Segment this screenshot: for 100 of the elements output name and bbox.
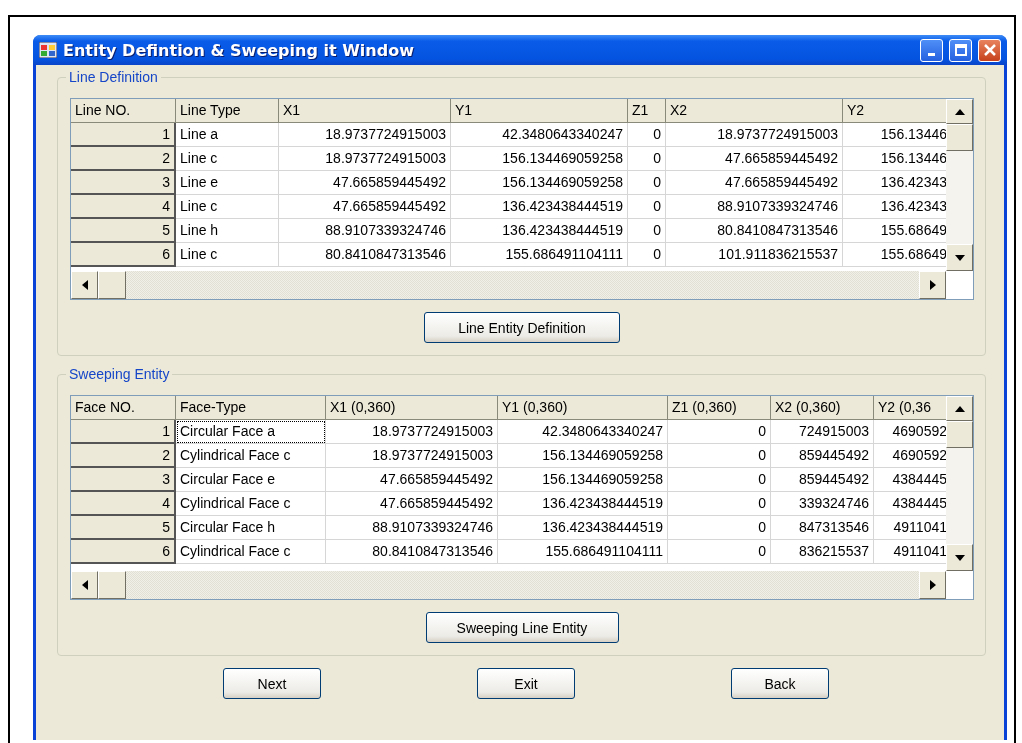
table-cell: 101.911836215537 [666,243,843,267]
close-button[interactable] [978,38,1001,62]
table-cell: 80.8410847313546 [666,219,843,243]
maximize-button[interactable] [949,38,972,62]
scroll-left-button[interactable] [71,571,98,599]
table-cell: Line c [176,147,279,171]
data-grid[interactable] [70,98,974,300]
table-cell: 42.3480643340247 [451,123,628,147]
scroll-right-button[interactable] [919,571,946,599]
table-cell: Line e [176,171,279,195]
row-header[interactable]: 3 [71,468,176,492]
column-header[interactable]: Y1 (0,360) [498,396,668,420]
scroll-thumb[interactable] [946,124,973,151]
line-entity-definition-button[interactable]: Line Entity Definition [424,312,620,343]
table-cell: 859445492 [771,444,874,468]
dialog-button[interactable]: Next [223,668,321,699]
row-header[interactable]: 2 [71,444,176,468]
sweeping-line-entity-button[interactable]: Sweeping Line Entity [425,612,619,643]
table-cell: 0 [668,444,771,468]
table-cell: 88.9107339324746 [666,195,843,219]
row-header[interactable]: 5 [71,219,176,243]
column-header[interactable]: X1 (0,360) [326,396,498,420]
maximize-icon [954,44,967,56]
table-cell: 136.423438444519 [498,516,668,540]
row-header[interactable]: 6 [71,540,176,564]
window-title: Entity Defintion & Sweeping it Window [63,40,415,60]
down-arrow-icon [954,254,965,261]
table-cell: 0 [628,147,666,171]
table-cell: Cylindrical Face c [176,492,326,516]
row-header[interactable]: 5 [71,516,176,540]
row-header[interactable]: 1 [71,420,176,444]
scroll-thumb[interactable] [946,421,973,448]
dialog-button[interactable]: Exit [477,668,575,699]
table-cell: 155.686491104111 [498,540,668,564]
table-cell: Line c [176,243,279,267]
table-cell: 18.9737724915003 [279,147,451,171]
table-cell: Circular Face a [176,420,326,444]
table-cell: 0 [668,492,771,516]
close-icon [983,44,996,56]
column-header[interactable]: X2 (0,360) [771,396,874,420]
right-arrow-icon [929,280,936,290]
table-cell: 80.8410847313546 [279,243,451,267]
scroll-down-button[interactable] [946,244,973,271]
row-header[interactable]: 1 [71,123,176,147]
scroll-right-button[interactable] [919,271,946,299]
table-cell: 0 [668,420,771,444]
up-arrow-icon [954,108,965,115]
left-arrow-icon [81,280,88,290]
table-cell: 18.9737724915003 [279,123,451,147]
table-cell: 0 [668,516,771,540]
table-cell: 80.8410847313546 [326,540,498,564]
table-cell: 18.9737724915003 [326,444,498,468]
scroll-thumb[interactable] [98,271,126,299]
scroll-down-button[interactable] [946,544,973,571]
row-header[interactable]: 2 [71,147,176,171]
table-cell: Cylindrical Face c [176,540,326,564]
row-header[interactable]: 3 [71,171,176,195]
table-cell: 136.423438444519 [498,492,668,516]
column-header[interactable]: Face-Type [176,396,326,420]
row-header[interactable]: 4 [71,195,176,219]
row-header[interactable]: 6 [71,243,176,267]
table-cell: 155.686491104111 [451,243,628,267]
table-cell: 136.423438444519 [451,219,628,243]
table-cell: 156.134469059258 [451,147,628,171]
scroll-thumb[interactable] [98,571,126,599]
data-grid[interactable] [70,395,974,600]
column-header[interactable]: Y2 (0,36 [874,396,946,420]
table-cell: 136.423438444519 [451,195,628,219]
minimize-icon [928,52,935,56]
scroll-left-button[interactable] [71,271,98,299]
dialog-button[interactable]: Back [731,668,829,699]
table-cell: 0 [628,171,666,195]
table-cell: Cylindrical Face c [176,444,326,468]
column-header[interactable]: X1 [279,99,451,123]
table-cell: 88.9107339324746 [326,516,498,540]
minimize-button[interactable] [920,38,943,62]
table-cell: 0 [628,219,666,243]
table-cell: 18.9737724915003 [326,420,498,444]
column-header[interactable]: Z1 (0,360) [668,396,771,420]
right-arrow-icon [929,580,936,590]
down-arrow-icon [954,554,965,561]
column-header[interactable]: Y1 [451,99,628,123]
table-cell: 0 [628,195,666,219]
table-cell: 339324746 [771,492,874,516]
table-cell: 0 [668,540,771,564]
column-header[interactable]: X2 [666,99,843,123]
column-header[interactable]: Line Type [176,99,279,123]
left-arrow-icon [81,580,88,590]
table-cell: Line a [176,123,279,147]
column-header[interactable]: Line NO. [71,99,176,123]
table-cell: 18.9737724915003 [666,123,843,147]
column-header[interactable]: Face NO. [71,396,176,420]
scroll-up-button[interactable] [946,396,973,421]
column-header[interactable]: Z1 [628,99,666,123]
row-header[interactable]: 4 [71,492,176,516]
table-cell: Circular Face h [176,516,326,540]
table-cell: Line c [176,195,279,219]
scroll-up-button[interactable] [946,99,973,124]
column-header[interactable]: Y2 [843,99,946,123]
app-icon [39,42,57,58]
